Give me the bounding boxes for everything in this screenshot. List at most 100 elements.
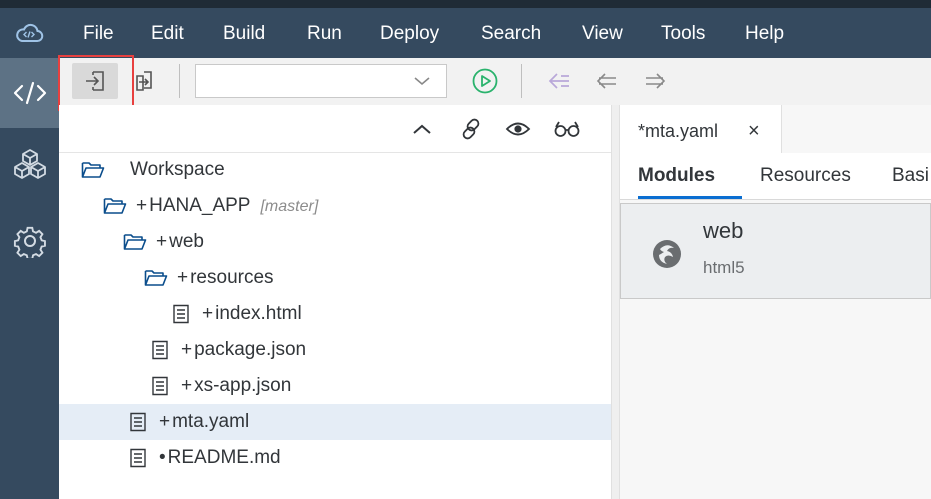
- tree-item-name: index.html: [215, 303, 302, 324]
- sidebar-preferences-button[interactable]: [0, 206, 59, 276]
- tree-item-label: + HANA_APP [master]: [136, 188, 318, 224]
- tree-item[interactable]: Workspace: [59, 152, 611, 188]
- tree-item-label: Workspace: [130, 152, 225, 188]
- tree-item-label: • README.md: [159, 440, 281, 476]
- tab-resources[interactable]: Resources: [760, 153, 851, 199]
- activity-sidebar: [0, 58, 59, 499]
- tab-basic-information[interactable]: Basi: [892, 153, 929, 199]
- tree-item-name: HANA_APP: [149, 195, 251, 216]
- menu-run[interactable]: Run: [307, 8, 342, 58]
- tree-item[interactable]: + resources: [59, 260, 611, 296]
- explorer-toolbar: [59, 105, 611, 153]
- folder-open-icon: [144, 268, 168, 288]
- tree-item-name: package.json: [194, 339, 307, 360]
- file-icon: [169, 304, 193, 324]
- git-status-marker: +: [181, 339, 193, 360]
- back-to-last-edit-button[interactable]: [536, 63, 582, 99]
- editor-tab-mta-yaml[interactable]: *mta.yaml ×: [620, 105, 782, 154]
- menu-build[interactable]: Build: [223, 8, 265, 58]
- collapse-all-button[interactable]: [407, 114, 437, 144]
- git-status-marker: +: [181, 375, 193, 396]
- close-tab-icon[interactable]: ×: [748, 105, 760, 153]
- tree-item-name: web: [169, 231, 204, 252]
- toolbar-separator: [521, 64, 522, 98]
- file-icon: [126, 448, 150, 468]
- tree-item-name: xs-app.json: [194, 375, 292, 396]
- editor-tab-bar: *mta.yaml ×: [620, 105, 931, 154]
- file-icon: [126, 412, 150, 432]
- tab-modules[interactable]: Modules: [638, 153, 742, 199]
- run-button[interactable]: [462, 63, 508, 99]
- navigate-forward-button[interactable]: [632, 63, 678, 99]
- module-name: web: [703, 218, 744, 243]
- run-icon: [472, 68, 498, 94]
- toolbar-separator: [179, 64, 180, 98]
- tree-item[interactable]: + mta.yaml: [59, 404, 611, 440]
- gear-icon: [13, 226, 46, 258]
- menu-tools[interactable]: Tools: [661, 8, 705, 58]
- workspace-explorer: Workspace + HANA_APP [master] + web + resources…: [59, 105, 611, 499]
- folder-open-icon: [81, 160, 105, 180]
- cubes-icon: [13, 149, 46, 179]
- tree-item-name: README.md: [167, 447, 281, 468]
- tree-item-name: resources: [190, 267, 274, 288]
- show-hidden-files-icon: [505, 122, 531, 136]
- tree-item[interactable]: + HANA_APP [master]: [59, 188, 611, 224]
- window-top-strip: [0, 0, 931, 8]
- menu-bar: File Edit Build Run Deploy Search View T…: [0, 8, 931, 58]
- export-icon: [136, 71, 152, 91]
- file-icon: [148, 340, 172, 360]
- git-status-marker: •: [159, 447, 166, 468]
- code-icon: [13, 81, 46, 105]
- tree-item[interactable]: + xs-app.json: [59, 368, 611, 404]
- navigate-forward-icon: [646, 73, 666, 89]
- back-to-last-edit-icon: [548, 73, 569, 89]
- main-toolbar: [59, 58, 931, 106]
- highlight-annotation-box: [58, 55, 134, 111]
- tree-item-label: + mta.yaml: [159, 404, 249, 440]
- menu-deploy[interactable]: Deploy: [380, 8, 439, 58]
- navigate-back-icon: [596, 73, 616, 89]
- file-icon: [148, 376, 172, 396]
- menu-search[interactable]: Search: [481, 8, 541, 58]
- show-hidden-files-button[interactable]: [503, 114, 533, 144]
- tree-item-label: + package.json: [181, 332, 306, 368]
- run-configuration-select[interactable]: [195, 64, 447, 98]
- menu-edit[interactable]: Edit: [151, 8, 184, 58]
- pane-splitter[interactable]: [611, 105, 620, 499]
- tree-item-label: + index.html: [202, 296, 302, 332]
- menu-help[interactable]: Help: [745, 8, 784, 58]
- editor-area: *mta.yaml × Modules Resources Basi web h…: [620, 105, 931, 499]
- tree-item-label: + web: [156, 224, 204, 260]
- chevron-down-icon: [414, 77, 430, 86]
- module-card-web[interactable]: web html5: [620, 203, 931, 299]
- git-status-marker: +: [177, 267, 189, 288]
- link-with-editor-icon: [462, 118, 480, 140]
- preview-glasses-icon: [554, 121, 580, 137]
- sidebar-database-explorer-button[interactable]: [0, 128, 59, 198]
- folder-open-icon: [123, 232, 147, 252]
- tree-item[interactable]: + index.html: [59, 296, 611, 332]
- menu-view[interactable]: View: [582, 8, 623, 58]
- preview-glasses-button[interactable]: [552, 114, 582, 144]
- sidebar-development-button[interactable]: [0, 58, 59, 128]
- tree-item[interactable]: • README.md: [59, 440, 611, 476]
- editor-tab-label: *mta.yaml: [638, 121, 719, 141]
- tree-item[interactable]: + web: [59, 224, 611, 260]
- collapse-all-icon: [413, 124, 431, 134]
- link-with-editor-button[interactable]: [456, 114, 486, 144]
- tree-item-label: + resources: [177, 260, 274, 296]
- tree-item-label: + xs-app.json: [181, 368, 291, 404]
- tree-item[interactable]: + package.json: [59, 332, 611, 368]
- git-status-marker: +: [156, 231, 168, 252]
- tree-item-name: Workspace: [130, 159, 225, 180]
- mta-editor-tabs: Modules Resources Basi: [620, 153, 931, 200]
- sap-cloud-logo-icon: [0, 8, 58, 58]
- folder-open-icon: [103, 196, 127, 216]
- menu-file[interactable]: File: [83, 8, 114, 58]
- module-type: html5: [703, 258, 745, 277]
- navigate-back-button[interactable]: [584, 63, 630, 99]
- git-status-marker: +: [136, 195, 148, 216]
- tree-item-name: mta.yaml: [172, 411, 250, 432]
- git-status-marker: +: [202, 303, 214, 324]
